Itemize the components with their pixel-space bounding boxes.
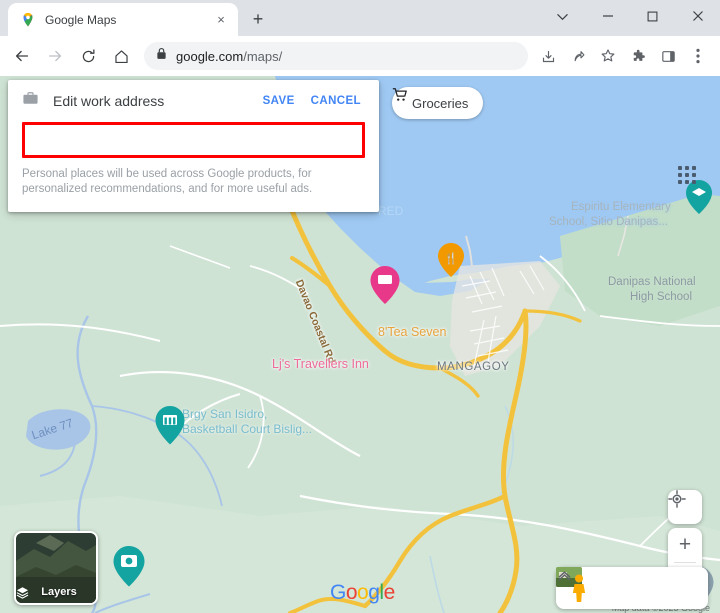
layers-button[interactable]: Layers xyxy=(14,531,98,605)
google-maps-pin-icon xyxy=(20,12,36,28)
url-host: google.com xyxy=(176,48,244,64)
maximize-icon[interactable] xyxy=(630,0,675,32)
browser-window: Google Maps × + google.com/maps/ Davao C… xyxy=(0,0,720,613)
close-icon[interactable] xyxy=(675,0,720,32)
tab-close-icon[interactable]: × xyxy=(212,11,230,29)
address-bar-url: google.com/maps/ xyxy=(176,49,282,64)
new-tab-button[interactable]: + xyxy=(244,5,272,33)
logo-letter: o xyxy=(357,581,369,604)
reload-icon[interactable] xyxy=(74,42,102,70)
url-path: /maps/ xyxy=(243,48,283,64)
street-view-pegman-icon[interactable] xyxy=(568,573,590,603)
bookmark-star-icon[interactable] xyxy=(594,42,622,70)
browser-toolbar: google.com/maps/ xyxy=(0,36,720,76)
google-logo: Google xyxy=(330,581,395,605)
side-panel-icon[interactable] xyxy=(654,42,682,70)
briefcase-icon xyxy=(22,90,39,112)
lock-icon xyxy=(156,47,167,65)
zoom-in-button[interactable]: + xyxy=(668,528,702,562)
layers-label-row: Layers xyxy=(16,586,96,599)
my-location-icon[interactable] xyxy=(668,490,702,524)
browser-tab-google-maps[interactable]: Google Maps × xyxy=(8,3,238,36)
tab-title: Google Maps xyxy=(45,12,117,27)
work-address-input[interactable] xyxy=(22,122,365,158)
three-dot-menu-icon[interactable] xyxy=(684,42,712,70)
extensions-puzzle-icon[interactable] xyxy=(624,42,652,70)
install-icon[interactable] xyxy=(534,42,562,70)
dialog-header: Edit work address SAVE CANCEL xyxy=(8,80,379,122)
share-icon[interactable] xyxy=(564,42,592,70)
groceries-chip-label: Groceries xyxy=(412,95,469,111)
logo-letter: e xyxy=(383,581,396,604)
logo-letter: G xyxy=(330,581,346,604)
logo-letter: o xyxy=(345,581,358,604)
home-icon[interactable] xyxy=(107,42,135,70)
forward-arrow-icon[interactable] xyxy=(41,42,69,70)
address-bar[interactable]: google.com/maps/ xyxy=(144,42,528,70)
dialog-title: Edit work address xyxy=(53,93,165,109)
save-button[interactable]: SAVE xyxy=(257,91,301,111)
groceries-chip[interactable]: Groceries xyxy=(392,87,484,119)
tab-search-chevron-icon[interactable] xyxy=(540,0,585,32)
tab-strip: Google Maps × + xyxy=(0,0,720,36)
my-location-control[interactable] xyxy=(668,490,702,524)
dialog-note: Personal places will be used across Goog… xyxy=(22,168,313,195)
address-input-wrapper xyxy=(22,122,365,158)
logo-letter: g xyxy=(368,581,380,604)
cancel-button[interactable]: CANCEL xyxy=(305,91,367,111)
toolbar-icons xyxy=(534,42,712,70)
apps-grid-icon[interactable] xyxy=(678,166,698,186)
layers-text: Layers xyxy=(41,586,77,598)
edit-work-address-dialog: Edit work address SAVE CANCEL Personal p… xyxy=(8,80,379,212)
minimize-icon[interactable] xyxy=(585,0,630,32)
back-arrow-icon[interactable] xyxy=(8,42,36,70)
window-controls xyxy=(540,0,720,32)
